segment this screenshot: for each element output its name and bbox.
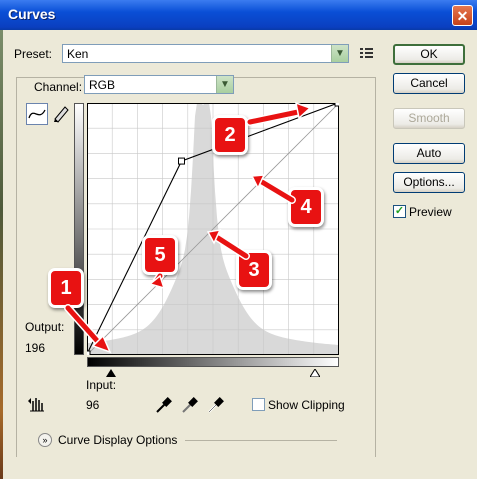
title-bar: Curves ✕ [0,0,477,30]
curve-point [177,157,185,165]
input-label: Input: [86,378,117,392]
channel-label: Channel: [32,80,85,94]
chevron-down-icon: ▼ [216,76,233,93]
smooth-button[interactable]: Smooth [393,108,465,129]
group-left-border [16,77,17,457]
callout-5: 5 [142,235,178,275]
hand-adjust-icon[interactable] [27,395,47,413]
show-clipping-label: Show Clipping [268,398,345,412]
curve-point [87,350,91,355]
callout-4: 4 [288,187,324,227]
output-gradient-bar [74,103,84,355]
preset-label: Preset: [14,47,53,61]
curve-point-tool[interactable] [26,103,48,125]
cancel-button[interactable]: Cancel [393,73,465,94]
curve-point [334,103,339,107]
preview-checkbox[interactable]: ✓ [393,205,406,218]
gray-eyedropper-icon[interactable] [180,396,198,414]
callout-2: 2 [212,115,248,155]
ok-button[interactable]: OK [393,44,465,65]
curve-tool-icon [28,109,46,119]
close-icon: ✕ [456,8,469,24]
background-image-strip [0,30,3,479]
auto-button[interactable]: Auto [393,143,465,164]
close-button[interactable]: ✕ [452,5,473,26]
show-clipping-checkbox[interactable] [252,398,265,411]
curve-display-options-label: Curve Display Options [58,433,178,447]
black-eyedropper-icon[interactable] [154,396,172,414]
options-button[interactable]: Options... [393,172,465,193]
input-value: 96 [86,398,100,412]
preview-label: Preview [409,205,452,219]
callout-3: 3 [236,250,272,290]
output-value: 196 [25,341,46,355]
pencil-icon [54,106,69,123]
preset-value: Ken [67,47,89,61]
preset-options-icon[interactable] [360,47,374,59]
output-label: Output: [25,320,65,334]
channel-value: RGB [89,78,116,92]
double-chevron-down-icon: » [42,435,48,445]
black-point-slider[interactable] [106,369,116,377]
white-point-slider[interactable] [310,369,320,377]
pencil-tool[interactable] [51,103,73,125]
expand-options-button[interactable]: » [38,433,52,447]
group-right-border [375,77,376,457]
chevron-down-icon: ▼ [331,45,348,62]
options-divider [185,440,337,441]
preset-select[interactable]: Ken ▼ [62,44,349,63]
window-title: Curves [8,6,56,22]
callout-1: 1 [48,268,84,308]
input-gradient-bar [87,357,339,367]
white-eyedropper-icon[interactable] [206,396,224,414]
channel-select[interactable]: RGB ▼ [84,75,234,94]
